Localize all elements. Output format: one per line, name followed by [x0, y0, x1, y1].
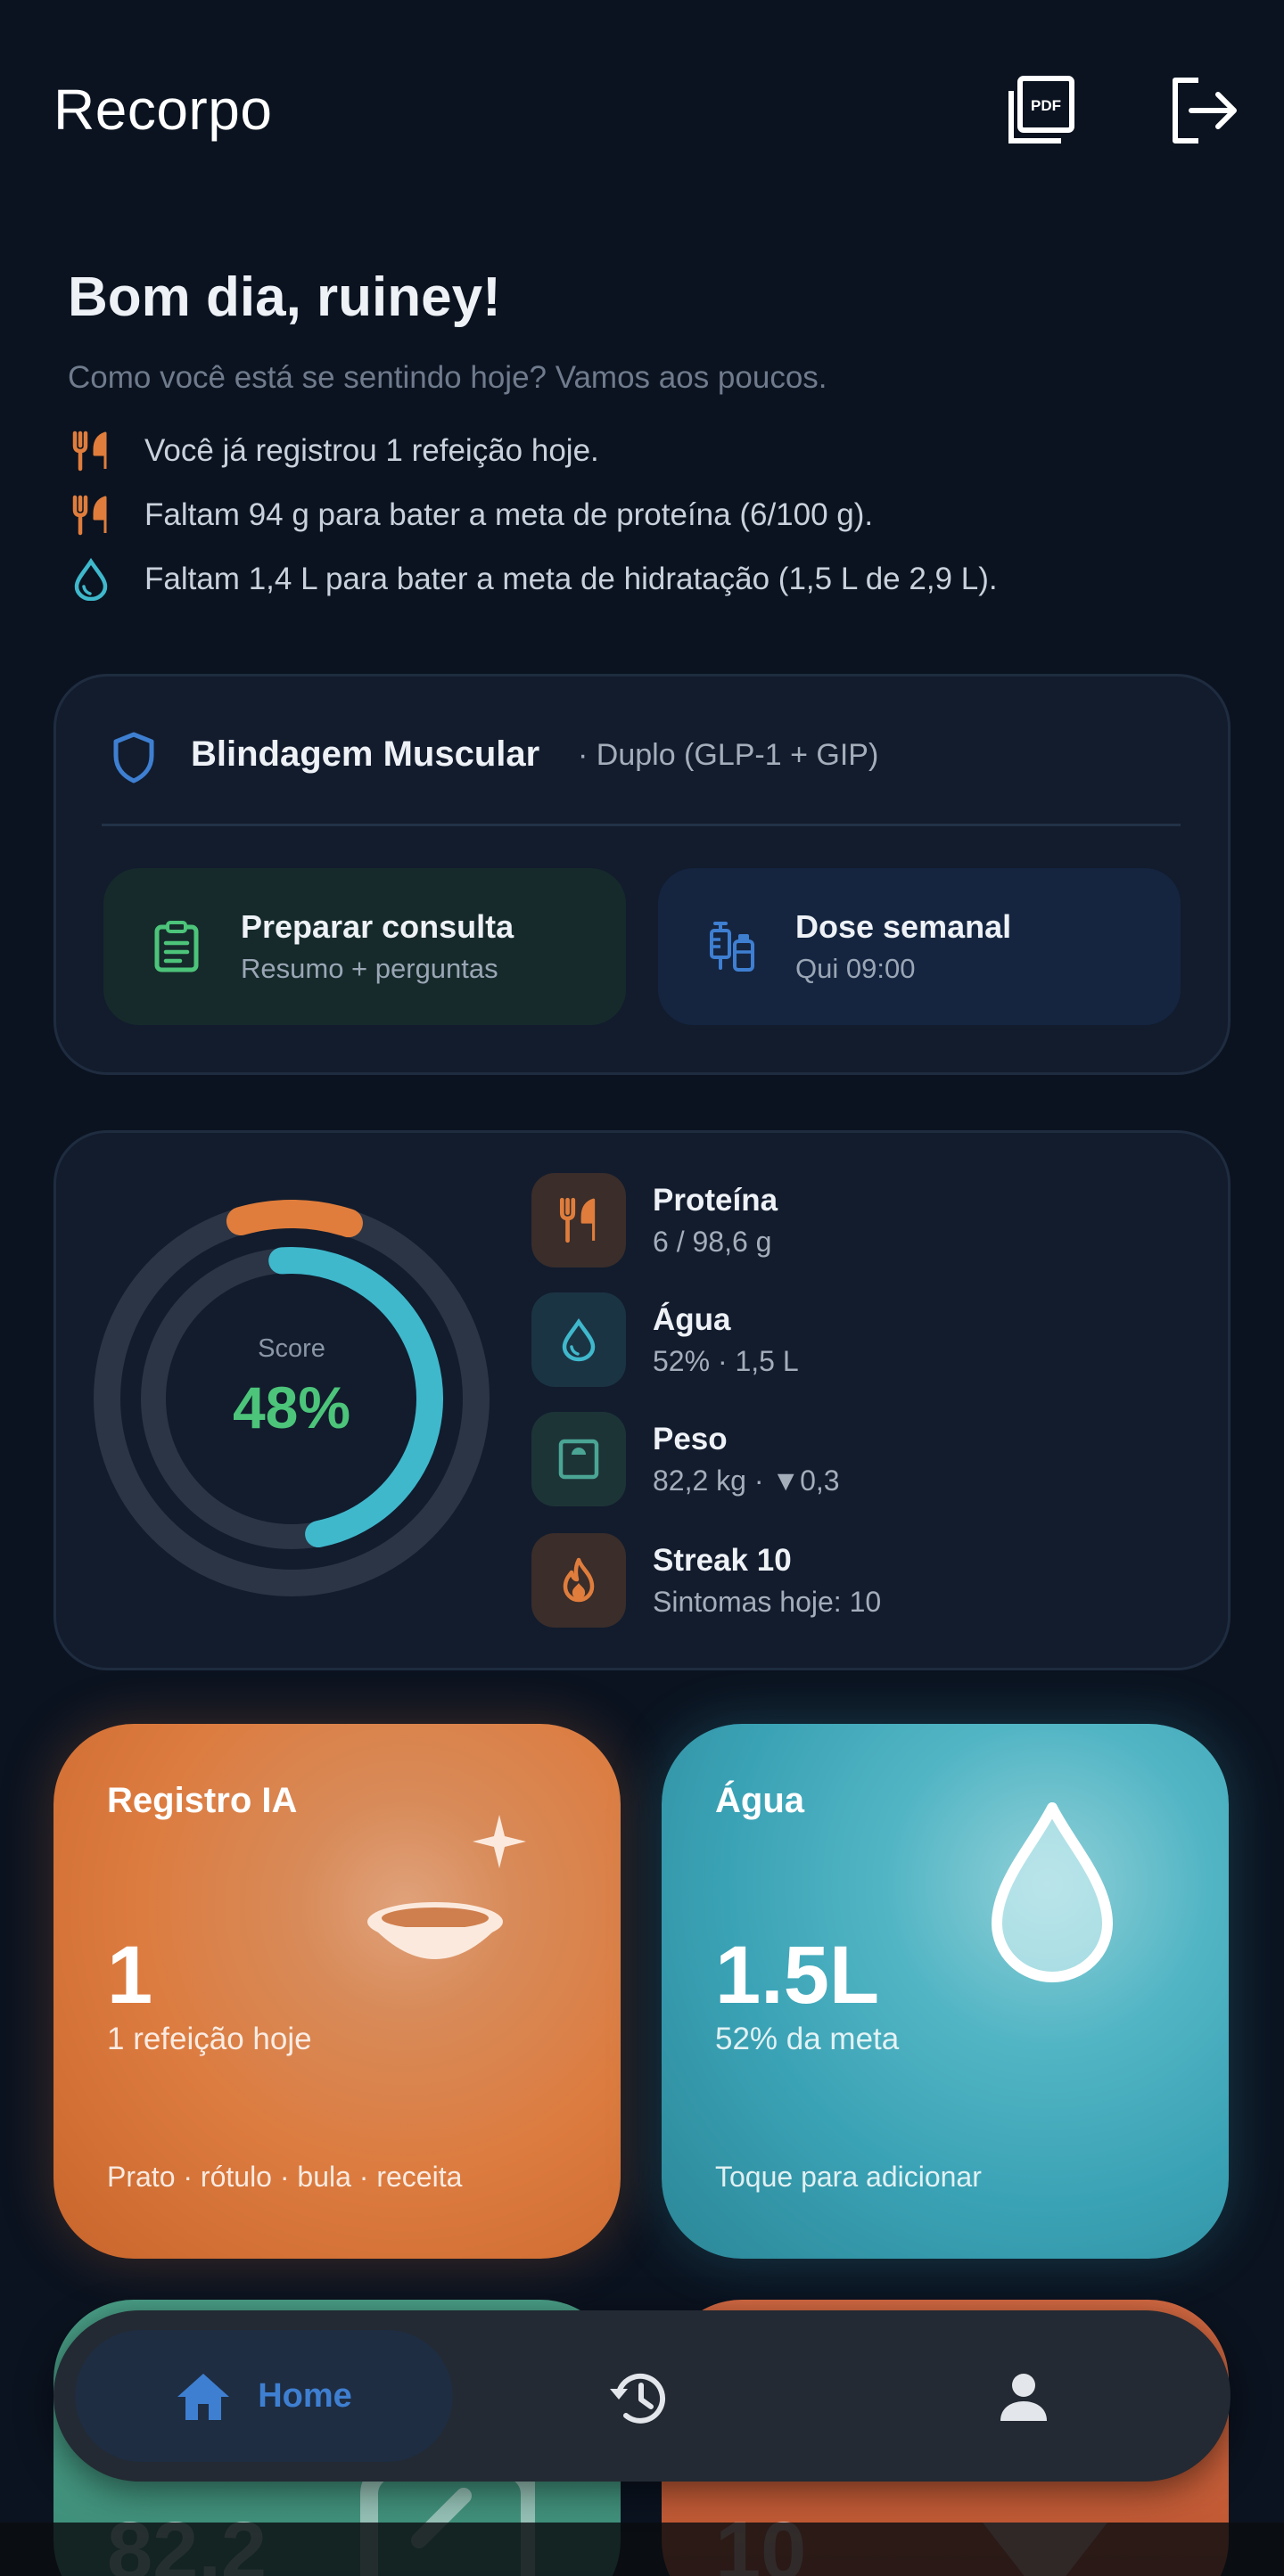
history-icon [610, 2373, 666, 2424]
metric-subtitle: 6 / 98,6 g [653, 1225, 772, 1258]
pdf-icon: PDF [1008, 76, 1074, 144]
export-pdf-button[interactable]: PDF [1006, 75, 1077, 146]
metric-title: Streak 10 [653, 1542, 792, 1578]
person-icon [1000, 2374, 1047, 2421]
prepare-consultation-subtitle: Resumo + perguntas [241, 953, 498, 984]
water-drop-icon [68, 556, 114, 603]
clipboard-icon [148, 918, 205, 975]
blindagem-title: Blindagem Muscular [191, 734, 540, 774]
nav-history-tab[interactable] [606, 2366, 671, 2430]
score-value: 48% [233, 1374, 350, 1440]
app-title: Recorpo [54, 78, 273, 142]
greeting-title: Bom dia, ruiney! [68, 267, 501, 328]
tile-footer: Toque para adicionar [715, 2161, 982, 2193]
nav-home-tab[interactable]: Home [75, 2330, 453, 2462]
fork-knife-icon [68, 492, 114, 538]
metric-subtitle: Sintomas hoje: 10 [653, 1585, 882, 1618]
weekly-dose-button[interactable]: Dose semanal Qui 09:00 [658, 868, 1181, 1025]
tile-value: 1 [107, 1930, 153, 2021]
info-text: Faltam 1,4 L para bater a meta de hidrat… [144, 562, 998, 596]
logout-button[interactable] [1168, 75, 1239, 146]
system-navigation-bar [0, 2523, 1284, 2576]
metric-title: Água [653, 1301, 731, 1337]
info-text: Faltam 94 g para bater a meta de proteín… [144, 497, 874, 532]
tile-title: Água [715, 1781, 804, 1820]
metric-title: Peso [653, 1421, 728, 1456]
score-ring: Score 48% [93, 1200, 490, 1597]
vaccine-icon [703, 918, 760, 975]
svg-text:PDF: PDF [1031, 97, 1061, 114]
info-text: Você já registrou 1 refeição hoje. [144, 433, 599, 468]
water-drop-icon [992, 1802, 1113, 1982]
metric-subtitle: 82,2 kg · ▼0,3 [653, 1464, 840, 1497]
tile-footer: Prato · rótulo · bula · receita [107, 2161, 463, 2193]
blindagem-subtitle: · Duplo (GLP-1 + GIP) [578, 738, 879, 772]
metric-weight[interactable]: Peso 82,2 kg · ▼0,3 [531, 1412, 840, 1506]
fork-knife-icon [68, 428, 114, 474]
greeting-subtitle: Como você está se sentindo hoje? Vamos a… [68, 360, 827, 395]
logout-icon [1173, 78, 1237, 144]
prepare-consultation-title: Preparar consulta [241, 908, 514, 945]
scale-icon [531, 1412, 626, 1506]
info-protein-row: Faltam 94 g para bater a meta de proteín… [68, 490, 873, 540]
tile-title: Registro IA [107, 1781, 298, 1820]
water-drop-icon [531, 1292, 626, 1387]
weekly-dose-subtitle: Qui 09:00 [795, 953, 916, 984]
tile-subtitle: 1 refeição hoje [107, 2022, 312, 2056]
ai-log-tile[interactable]: Registro IA 1 1 refeição hoje Prato · ró… [54, 1724, 621, 2259]
fire-icon [531, 1533, 626, 1628]
metric-protein[interactable]: Proteína 6 / 98,6 g [531, 1173, 778, 1267]
score-label: Score [258, 1334, 325, 1363]
weekly-dose-title: Dose semanal [795, 908, 1012, 945]
divider [102, 824, 1181, 826]
metric-water[interactable]: Água 52% · 1,5 L [531, 1292, 799, 1387]
prepare-consultation-button[interactable]: Preparar consulta Resumo + perguntas [103, 868, 626, 1025]
shield-icon [111, 731, 157, 784]
home-icon [177, 2374, 230, 2420]
nav-home-label: Home [258, 2376, 352, 2415]
tile-value: 1.5L [715, 1930, 880, 2021]
protein-arc [226, 1200, 363, 1238]
bowl-sparkle-icon [367, 1815, 526, 1959]
info-water-row: Faltam 1,4 L para bater a meta de hidrat… [68, 554, 998, 604]
tile-subtitle: 52% da meta [715, 2022, 900, 2056]
metric-streak[interactable]: Streak 10 Sintomas hoje: 10 [531, 1533, 881, 1628]
water-tile[interactable]: Água 1.5L 52% da meta Toque para adicion… [662, 1724, 1229, 2259]
metric-subtitle: 52% · 1,5 L [653, 1344, 799, 1377]
fork-knife-icon [531, 1173, 626, 1267]
info-meal-row: Você já registrou 1 refeição hoje. [68, 426, 599, 476]
nav-profile-tab[interactable] [992, 2366, 1056, 2430]
metric-title: Proteína [653, 1182, 778, 1218]
